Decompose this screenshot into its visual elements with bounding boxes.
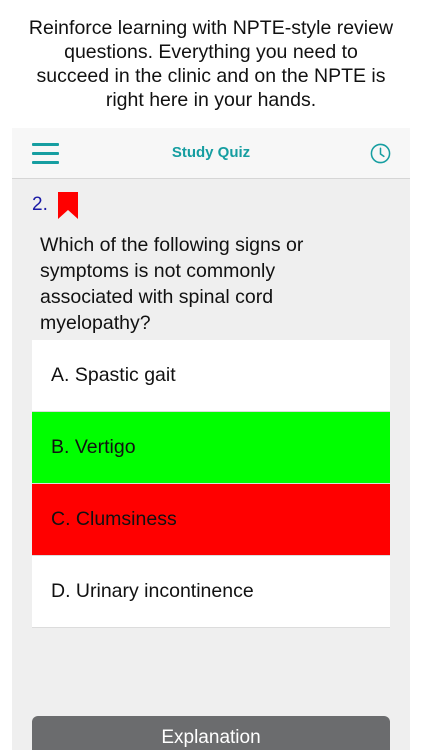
answer-label: C. Clumsiness [51, 508, 177, 530]
answer-option-d[interactable]: D. Urinary incontinence [32, 556, 390, 628]
explanation-button[interactable]: Explanation [32, 716, 390, 750]
promo-caption: Reinforce learning with NPTE-style revie… [0, 0, 422, 128]
answer-option-b[interactable]: B. Vertigo [32, 412, 390, 484]
answer-label: A. Spastic gait [51, 364, 176, 386]
answer-list: A. Spastic gait B. Vertigo C. Clumsiness… [32, 340, 390, 628]
question-number: 2. [32, 194, 48, 215]
question-text: Which of the following signs or symptoms… [40, 234, 304, 334]
answer-option-c[interactable]: C. Clumsiness [32, 484, 390, 556]
answer-option-a[interactable]: A. Spastic gait [32, 340, 390, 412]
answer-label: B. Vertigo [51, 436, 136, 458]
page-title: Study Quiz [171, 144, 251, 161]
app-screen: Study Quiz 2. Which of the following sig… [12, 128, 410, 750]
question-header: 2. [32, 190, 78, 220]
bookmark-icon[interactable] [57, 191, 78, 219]
clock-icon[interactable] [370, 143, 391, 164]
promo-text: Reinforce learning with NPTE-style revie… [28, 17, 394, 111]
answer-label: D. Urinary incontinence [51, 580, 254, 602]
navigation-bar: Study Quiz [12, 128, 410, 179]
